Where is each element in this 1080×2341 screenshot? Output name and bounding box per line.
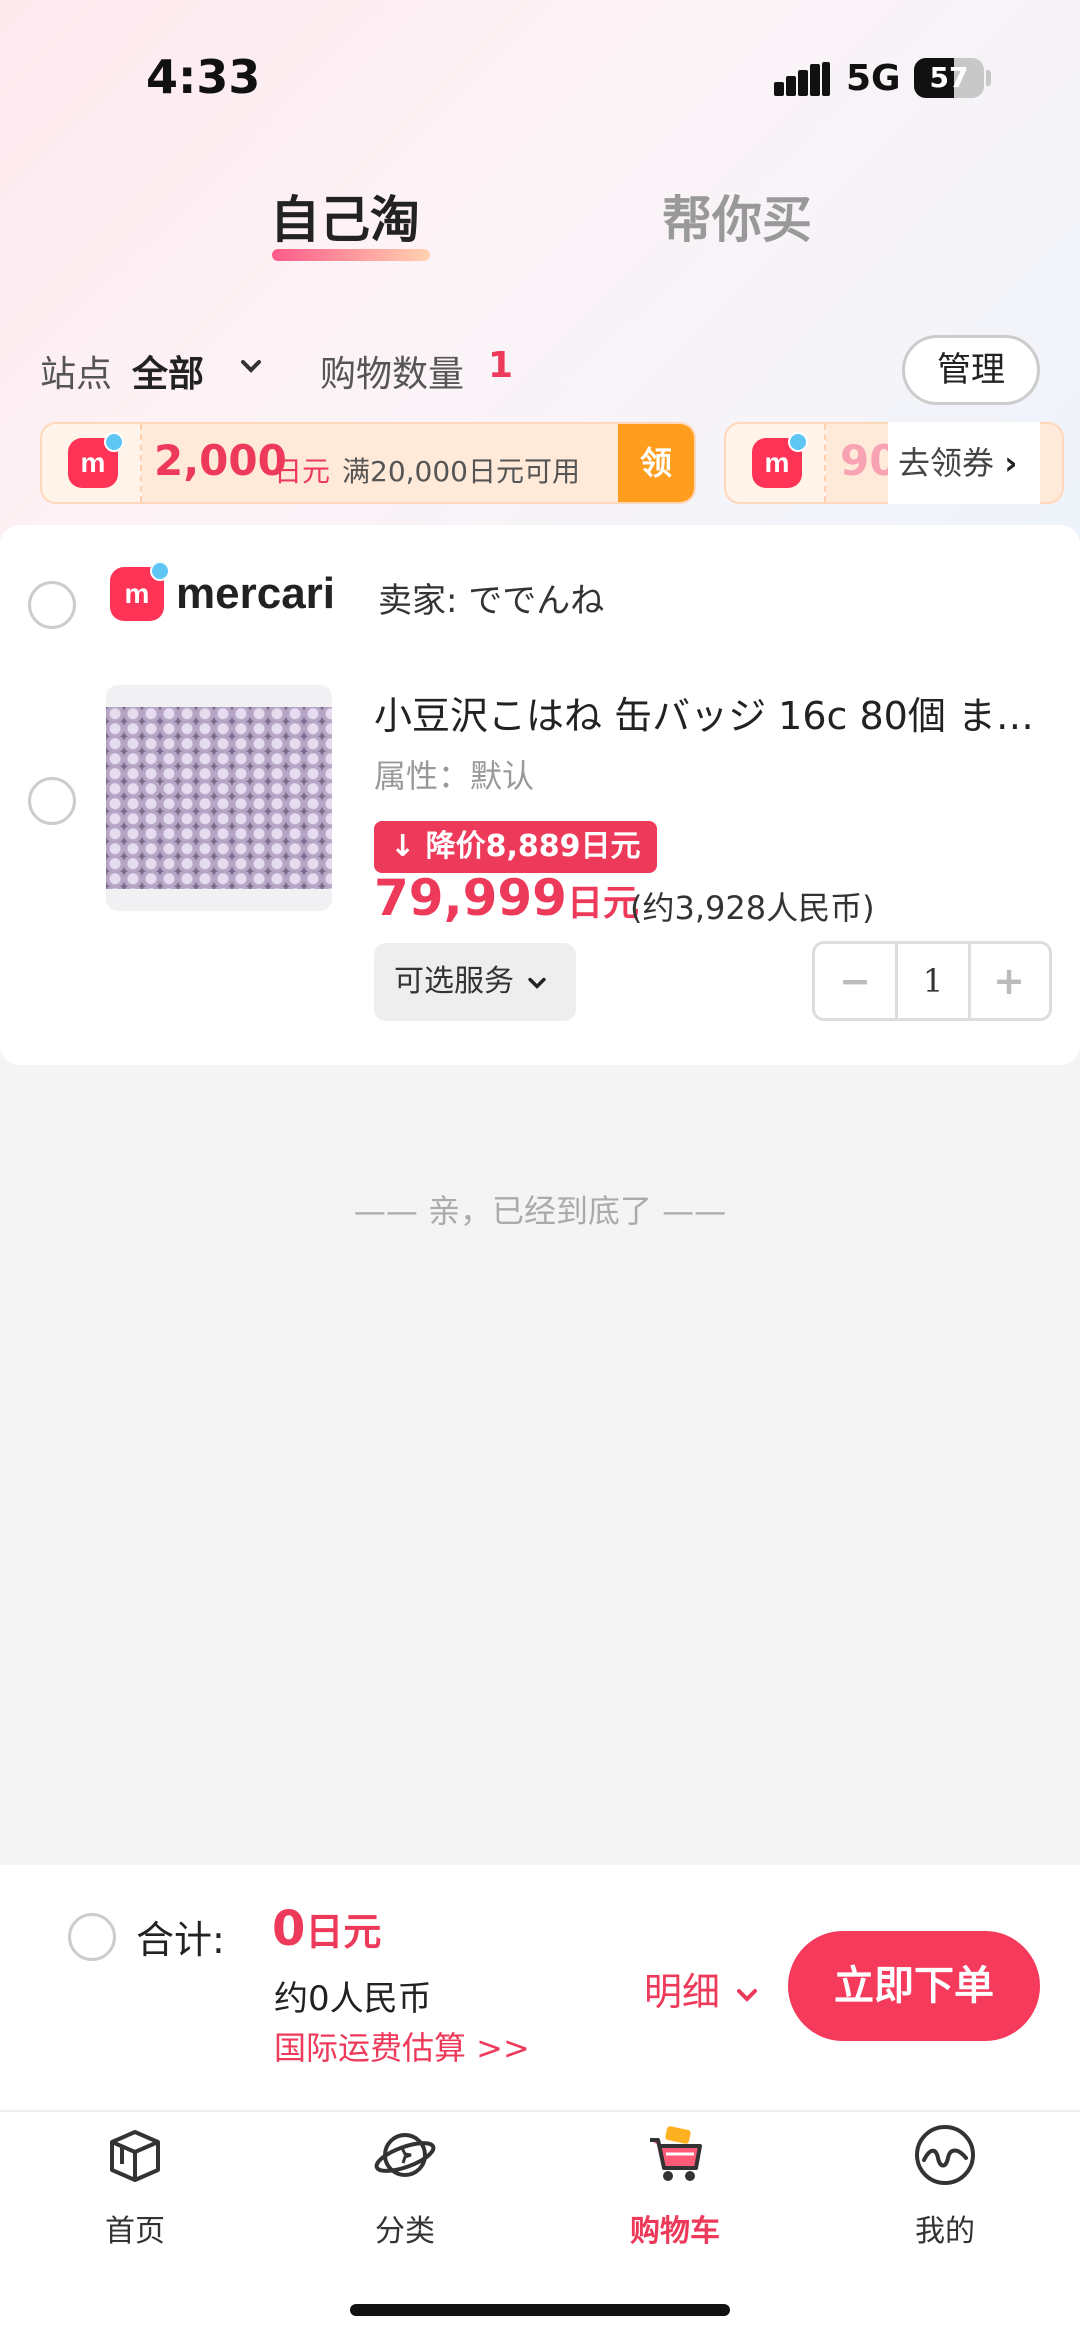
price-drop-badge: ↓ 降价8,889日元 — [374, 821, 657, 873]
coupon-logo-box: m — [726, 424, 826, 502]
product-price: 79,999日元 — [374, 869, 639, 927]
mercari-wordmark: mercari — [176, 569, 336, 618]
tab-self-shop-label: 自己淘 — [270, 191, 420, 249]
battery-icon: 57 — [914, 58, 984, 98]
optional-services-label: 可选服务 — [394, 964, 514, 999]
nav-profile[interactable]: 我的 — [810, 2112, 1080, 2249]
tab-buy-for-you[interactable]: 帮你买 — [662, 185, 812, 275]
mercari-logo-icon: m — [68, 432, 124, 488]
price-approx-rmb: (约3,928人民币) — [630, 889, 875, 927]
cart-seller-card: m mercari 卖家: ででんね 小豆沢こはね 缶バッジ 16c 80個 ま… — [0, 525, 1080, 1065]
product-attribute: 属性：默认 — [374, 757, 535, 795]
tab-active-underline — [272, 249, 430, 261]
increase-quantity-button[interactable]: + — [969, 944, 1049, 1018]
nav-profile-label: 我的 — [915, 2214, 975, 2249]
coupon-logo-box: m — [42, 424, 142, 502]
battery-level: 57 — [929, 61, 969, 94]
nav-cart[interactable]: 购物车 — [540, 2112, 810, 2249]
profile-icon — [915, 2125, 975, 2185]
box-icon — [110, 2130, 160, 2182]
price-drop-text: 降价8,889日元 — [425, 829, 641, 864]
coupon-condition: 满20,000日元可用 — [342, 455, 580, 488]
mercari-logo-icon: m — [110, 561, 170, 621]
end-of-list-text: —— 亲，已经到底了 —— — [353, 1192, 727, 1230]
quantity-stepper: − 1 + — [812, 941, 1052, 1021]
total-value: 0日元 — [272, 1901, 381, 1957]
nav-category[interactable]: 分类 — [270, 2112, 540, 2249]
decrease-quantity-button[interactable]: − — [815, 944, 895, 1018]
top-tabs: 自己淘 帮你买 — [0, 185, 1080, 275]
quantity-value[interactable]: 1 — [895, 944, 971, 1018]
site-selector[interactable]: 全部 — [132, 345, 204, 397]
place-order-button[interactable]: 立即下单 — [788, 1931, 1040, 2041]
details-button[interactable]: 明细 — [644, 1961, 762, 2016]
details-label: 明细 — [644, 1970, 721, 2014]
product-title[interactable]: 小豆沢こはね 缶バッジ 16c 80個 まとめ売り — [374, 685, 1034, 740]
site-label: 站点 — [40, 354, 113, 395]
battery-tip — [986, 70, 991, 86]
shipping-estimate-link[interactable]: 国际运费估算 >> — [274, 2023, 530, 2069]
seller-select-radio[interactable] — [28, 581, 76, 629]
mercari-logo-dot — [788, 432, 808, 452]
product-image — [106, 707, 332, 889]
coupon-card[interactable]: m 2,000 日元 满20,000日元可用 领 — [40, 422, 696, 504]
status-time: 4:33 — [146, 50, 261, 104]
arrow-down-icon: ↓ — [390, 829, 416, 864]
nav-home[interactable]: 首页 — [0, 2112, 270, 2249]
cart-count-label: 购物数量 — [320, 354, 465, 395]
mercari-logo-icon: m — [752, 432, 808, 488]
network-type: 5G — [846, 58, 901, 99]
tab-self-shop[interactable]: 自己淘 — [270, 185, 430, 275]
coupon-unit: 日元 — [274, 455, 331, 488]
total-unit: 日元 — [305, 1910, 382, 1954]
seller-name[interactable]: 卖家: ででんね — [378, 573, 604, 622]
status-bar: 4:33 5G 57 — [0, 0, 1080, 160]
select-all-radio[interactable] — [68, 1913, 116, 1961]
nav-cart-label: 购物车 — [630, 2214, 720, 2249]
total-rmb: 约0人民币 — [274, 1979, 432, 2019]
tab-buy-for-you-label: 帮你买 — [662, 191, 812, 249]
optional-services-button[interactable]: 可选服务 — [374, 943, 576, 1021]
chevron-right-icon: › — [1004, 444, 1018, 482]
total-number: 0 — [272, 1901, 306, 1957]
total-label: 合计: — [136, 1918, 225, 1962]
coupon-amount: 2,000 — [154, 436, 287, 485]
mercari-logo-dot — [150, 561, 170, 581]
chevron-down-icon — [737, 1988, 758, 2002]
claim-coupon-button[interactable]: 领 — [618, 424, 694, 502]
home-indicator[interactable] — [350, 2304, 730, 2316]
coupon-row: m 2,000 日元 满20,000日元可用 领 m 90 去领券 › — [0, 422, 1080, 504]
mercari-logo-dot — [104, 432, 124, 452]
signal-icon — [774, 62, 830, 96]
mercari-logo-letter: m — [764, 447, 790, 478]
price-number: 79,999 — [374, 869, 567, 927]
checkout-bar: 合计: 0日元 约0人民币 国际运费估算 >> 明细 立即下单 — [0, 1865, 1080, 2110]
product-thumbnail[interactable] — [106, 685, 332, 911]
item-select-radio[interactable] — [28, 777, 76, 825]
manage-button[interactable]: 管理 — [902, 335, 1040, 405]
cart-count-value: 1 — [488, 345, 514, 386]
chevron-down-icon — [527, 977, 546, 989]
mercari-logo-letter: m — [80, 447, 106, 478]
get-coupons-link[interactable]: 去领券 › — [888, 422, 1040, 504]
planet-icon — [374, 2133, 436, 2177]
nav-home-label: 首页 — [105, 2214, 165, 2249]
cart-icon — [650, 2126, 702, 2181]
get-coupons-label: 去领券 — [898, 444, 995, 482]
chevron-down-icon[interactable] — [236, 351, 266, 389]
nav-category-label: 分类 — [375, 2214, 435, 2249]
price-unit: 日元 — [566, 883, 639, 924]
mercari-logo-letter: m — [124, 578, 150, 609]
